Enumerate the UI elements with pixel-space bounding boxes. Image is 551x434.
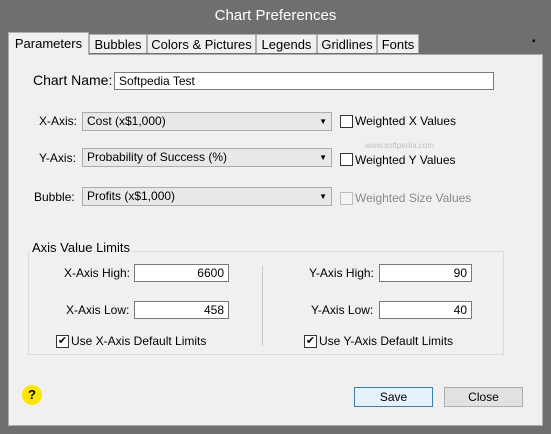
x-high-label: X-Axis High:	[64, 266, 131, 280]
tab-fonts[interactable]: Fonts	[377, 34, 419, 53]
weighted-size-checkbox[interactable]	[340, 192, 353, 205]
x-low-label: X-Axis Low:	[66, 303, 130, 317]
window-title: Chart Preferences	[0, 0, 551, 31]
x-axis-select[interactable]: Cost (x$1,000) ▼	[82, 112, 332, 131]
y-low-label: Y-Axis Low:	[311, 303, 374, 317]
y-axis-select[interactable]: Probability of Success (%) ▼	[82, 148, 332, 167]
chevron-down-icon: ▼	[319, 192, 327, 201]
x-default-limits-checkbox[interactable]: ✔	[56, 335, 69, 348]
y-low-input[interactable]: 40	[379, 301, 472, 319]
x-default-limits-label: Use X-Axis Default Limits	[71, 334, 207, 348]
watermark-text: www.softpedia.com	[365, 141, 434, 150]
chevron-down-icon: ▼	[319, 153, 327, 162]
weighted-size-label: Weighted Size Values	[355, 191, 472, 205]
help-icon[interactable]: ?	[22, 385, 42, 405]
tab-bar: Parameters Bubbles Colors & Pictures Leg…	[8, 32, 548, 55]
x-axis-selected-value: Cost (x$1,000)	[87, 114, 166, 128]
y-default-limits-checkbox[interactable]: ✔	[304, 335, 317, 348]
weighted-x-label: Weighted X Values	[355, 114, 456, 128]
weighted-x-checkbox[interactable]	[340, 115, 353, 128]
weighted-y-label: Weighted Y Values	[355, 153, 456, 167]
axis-value-limits-label: Axis Value Limits	[30, 240, 133, 255]
bubble-selected-value: Profits (x$1,000)	[87, 189, 176, 203]
tab-scroll-dot: ▪	[532, 36, 536, 47]
y-high-label: Y-Axis High:	[309, 266, 374, 280]
y-axis-selected-value: Probability of Success (%)	[87, 150, 228, 164]
y-high-input[interactable]: 90	[379, 264, 472, 282]
chart-name-label: Chart Name:	[33, 72, 113, 88]
x-high-input[interactable]: 6600	[134, 264, 229, 282]
x-axis-label: X-Axis:	[39, 114, 78, 128]
bubble-label: Bubble:	[34, 190, 75, 204]
save-button[interactable]: Save	[354, 387, 433, 407]
tab-gridlines[interactable]: Gridlines	[317, 34, 377, 53]
x-low-input[interactable]: 458	[134, 301, 229, 319]
tab-colors-pictures[interactable]: Colors & Pictures	[147, 34, 256, 53]
chart-name-input[interactable]: Softpedia Test	[114, 72, 494, 90]
y-default-limits-label: Use Y-Axis Default Limits	[319, 334, 454, 348]
tab-legends[interactable]: Legends	[256, 34, 317, 53]
parameters-panel: Chart Name: Softpedia Test X-Axis: Cost …	[8, 54, 543, 426]
weighted-y-checkbox[interactable]	[340, 153, 353, 166]
tab-parameters[interactable]: Parameters	[8, 32, 89, 55]
group-divider	[262, 266, 263, 346]
y-axis-label: Y-Axis:	[39, 151, 76, 165]
chart-preferences-window: Chart Preferences Parameters Bubbles Col…	[0, 0, 551, 434]
bubble-select[interactable]: Profits (x$1,000) ▼	[82, 187, 332, 206]
close-button[interactable]: Close	[444, 387, 523, 407]
tab-bubbles[interactable]: Bubbles	[89, 34, 147, 53]
chevron-down-icon: ▼	[319, 117, 327, 126]
